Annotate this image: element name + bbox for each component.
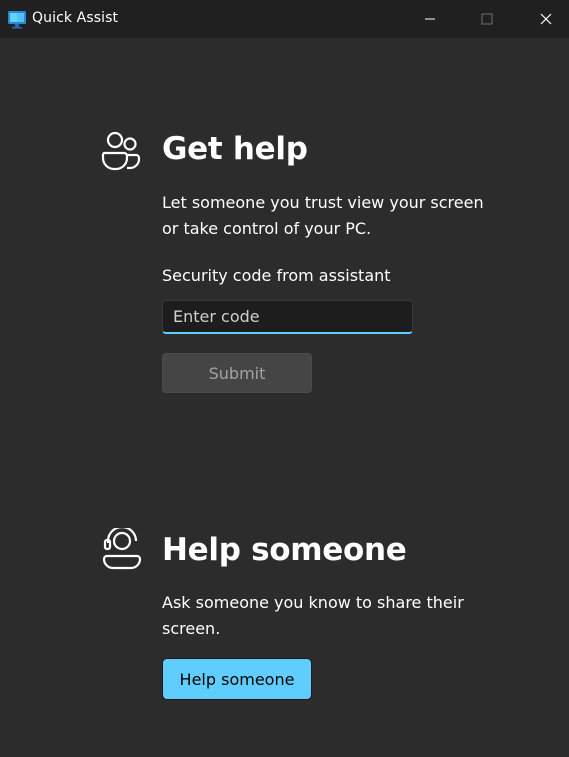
title-bar[interactable]: Quick Assist bbox=[0, 0, 569, 38]
get-help-description: Let someone you trust view your screen o… bbox=[162, 193, 484, 238]
close-icon bbox=[540, 13, 552, 25]
people-icon bbox=[101, 131, 141, 171]
help-someone-button[interactable]: Help someone bbox=[162, 658, 312, 700]
get-help-heading: Get help bbox=[162, 131, 308, 167]
submit-button[interactable]: Submit bbox=[162, 353, 312, 393]
close-button[interactable] bbox=[523, 0, 569, 38]
maximize-icon bbox=[481, 13, 493, 25]
help-someone-heading: Help someone bbox=[162, 532, 407, 568]
quick-assist-app-icon bbox=[8, 11, 26, 29]
minimize-button[interactable] bbox=[407, 0, 453, 38]
help-someone-description: Ask someone you know to share their scre… bbox=[162, 593, 464, 638]
person-headset-icon bbox=[102, 528, 142, 570]
security-code-input[interactable] bbox=[162, 300, 413, 334]
quick-assist-window: Quick Assist Get help Let someone you tr… bbox=[0, 0, 569, 757]
maximize-button[interactable] bbox=[464, 0, 510, 38]
window-title: Quick Assist bbox=[32, 10, 119, 26]
minimize-icon bbox=[425, 18, 435, 20]
security-code-label: Security code from assistant bbox=[162, 266, 391, 285]
